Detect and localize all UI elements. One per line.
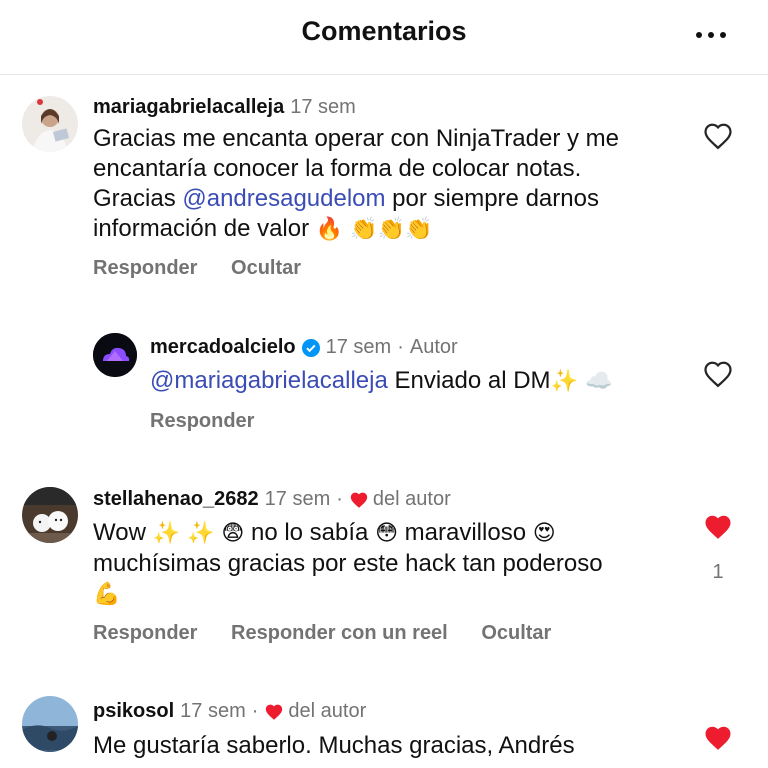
comment-line: muchísimas gracias por este hack tan pod… [93,550,603,577]
comment-text: Gracias me encanta operar con NinjaTrade… [93,124,693,245]
verified-badge-icon [301,338,320,357]
comment-line: información de valor 🔥 👏👏👏 [93,214,693,245]
comment-actions: Responder [150,410,282,433]
text-segment: Enviado al DM [387,367,551,394]
timestamp: 17 sem [325,336,392,358]
more-options-button[interactable] [696,30,726,40]
comments-header: Comentarios [0,0,768,75]
timestamp: 17 sem [264,488,331,510]
text-segment: información de valor [93,215,310,242]
author-like-label: del autor [288,700,367,722]
username[interactable]: mariagabrielacalleja [93,96,284,119]
author-like-heart-icon [264,703,284,721]
username[interactable]: stellahenao_2682 [93,488,259,511]
liked-heart-icon[interactable] [703,724,733,752]
comment-actions: Responder Responder con un reel Ocultar [93,622,579,645]
avatar[interactable] [22,696,78,752]
comment-line: Gracias @andresagudelom por siempre darn… [93,184,693,214]
comment-line: Gracias me encanta operar con NinjaTrade… [93,125,620,152]
timestamp: 17 sem [180,700,246,722]
separator: · [397,336,404,358]
text-segment: Gracias [93,185,183,212]
emoji-group: 😳 [375,521,398,546]
comment-meta: stellahenao_2682 17 sem · del autor [93,488,451,511]
comment-meta: psikosol 17 sem · del autor [93,700,366,723]
like-count: 1 [712,561,724,583]
avatar[interactable] [22,487,78,543]
emoji-group: ✨ ✨ 😨 [152,521,245,546]
reply-button[interactable]: Responder [150,410,254,432]
emoji-group: 😍 [532,521,556,546]
comment-line: 💪 [93,579,693,610]
emoji-group: 💪 [93,582,121,607]
author-like-heart-icon [349,491,369,509]
timestamp: 17 sem [290,96,356,118]
emoji-group: 🔥 👏👏👏 [315,217,433,242]
avatar[interactable] [22,96,78,152]
text-segment: Wow [93,519,153,546]
text-segment: por siempre darnos [385,185,599,212]
emoji-group: ✨ ☁️ [550,369,613,394]
comment-line: Wow ✨ ✨ 😨 no lo sabía 😳 maravilloso 😍 [93,518,693,549]
page-title: Comentarios [301,16,467,46]
like-heart-icon[interactable] [703,122,733,150]
comment-meta: mercadoalcielo 17 sem · Autor [150,336,458,359]
reply-button[interactable]: Responder [93,257,197,279]
author-like-label: del autor [372,488,451,510]
username[interactable]: psikosol [93,700,174,723]
comment-text: Me gustaría saberlo. Muchas gracias, And… [93,732,575,759]
author-tag: Autor [409,336,458,358]
comment-actions: Responder Ocultar [93,257,329,280]
hide-button[interactable]: Ocultar [481,622,551,644]
reply-button[interactable]: Responder [93,622,197,644]
comment-line: encantaría conocer la forma de colocar n… [93,155,582,182]
separator: · [336,488,343,510]
text-segment: maravilloso [398,519,533,546]
like-heart-icon[interactable] [703,360,733,388]
reply-with-reel-button[interactable]: Responder con un reel [231,622,448,644]
mention-link[interactable]: @andresagudelom [182,185,385,212]
mention-link[interactable]: @mariagabrielacalleja [150,367,388,394]
comment-text: @mariagabrielacalleja Enviado al DM✨ ☁️ [150,366,690,397]
avatar[interactable] [93,333,137,377]
more-dot-icon [708,32,714,38]
more-dot-icon [720,32,726,38]
separator: · [251,700,259,722]
liked-heart-icon[interactable] [703,513,733,541]
comment-meta: mariagabrielacalleja 17 sem [93,96,356,119]
username[interactable]: mercadoalcielo [150,336,296,359]
comment-text: Wow ✨ ✨ 😨 no lo sabía 😳 maravilloso 😍 mu… [93,518,693,610]
hide-button[interactable]: Ocultar [231,257,301,279]
more-dot-icon [696,32,702,38]
text-segment: no lo sabía [244,519,376,546]
